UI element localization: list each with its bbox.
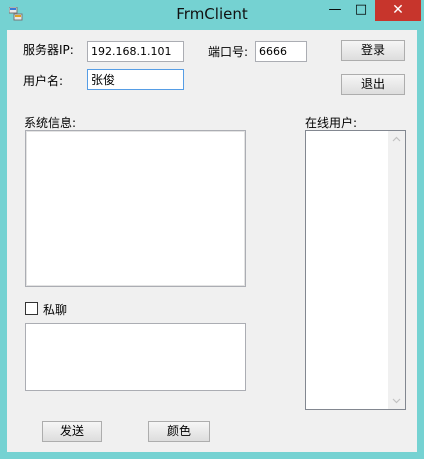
minimize-button[interactable]: — [322, 0, 348, 21]
online-users-scrollbar[interactable] [388, 131, 405, 409]
color-button[interactable]: 颜色 [148, 421, 210, 442]
window-frame-bottom [0, 452, 424, 459]
online-users-list[interactable] [305, 130, 406, 410]
private-chat-label: 私聊 [43, 303, 68, 317]
send-button[interactable]: 发送 [42, 421, 102, 442]
username-label: 用户名: [23, 74, 64, 88]
maximize-button[interactable]: □ [348, 0, 374, 21]
online-users-label: 在线用户: [305, 116, 358, 130]
exit-button[interactable]: 退出 [341, 74, 405, 95]
scroll-up-icon[interactable] [388, 131, 405, 148]
port-input[interactable] [255, 41, 307, 62]
system-info-textbox[interactable] [25, 130, 246, 287]
title-bar[interactable]: FrmClient — □ ✕ [0, 0, 424, 30]
username-input[interactable] [87, 69, 184, 90]
server-ip-label: 服务器IP: [23, 43, 74, 57]
port-label: 端口号: [208, 45, 249, 59]
private-chat-checkbox[interactable] [25, 302, 38, 315]
login-button[interactable]: 登录 [341, 40, 405, 61]
system-info-label: 系统信息: [24, 116, 77, 130]
server-ip-input[interactable] [87, 41, 184, 62]
message-textbox[interactable] [25, 323, 246, 391]
close-button[interactable]: ✕ [375, 0, 421, 21]
form-client-area: 服务器IP: 端口号: 登录 用户名: 退出 系统信息: 在线用户: 私聊 发送… [7, 30, 417, 452]
scroll-down-icon[interactable] [388, 392, 405, 409]
